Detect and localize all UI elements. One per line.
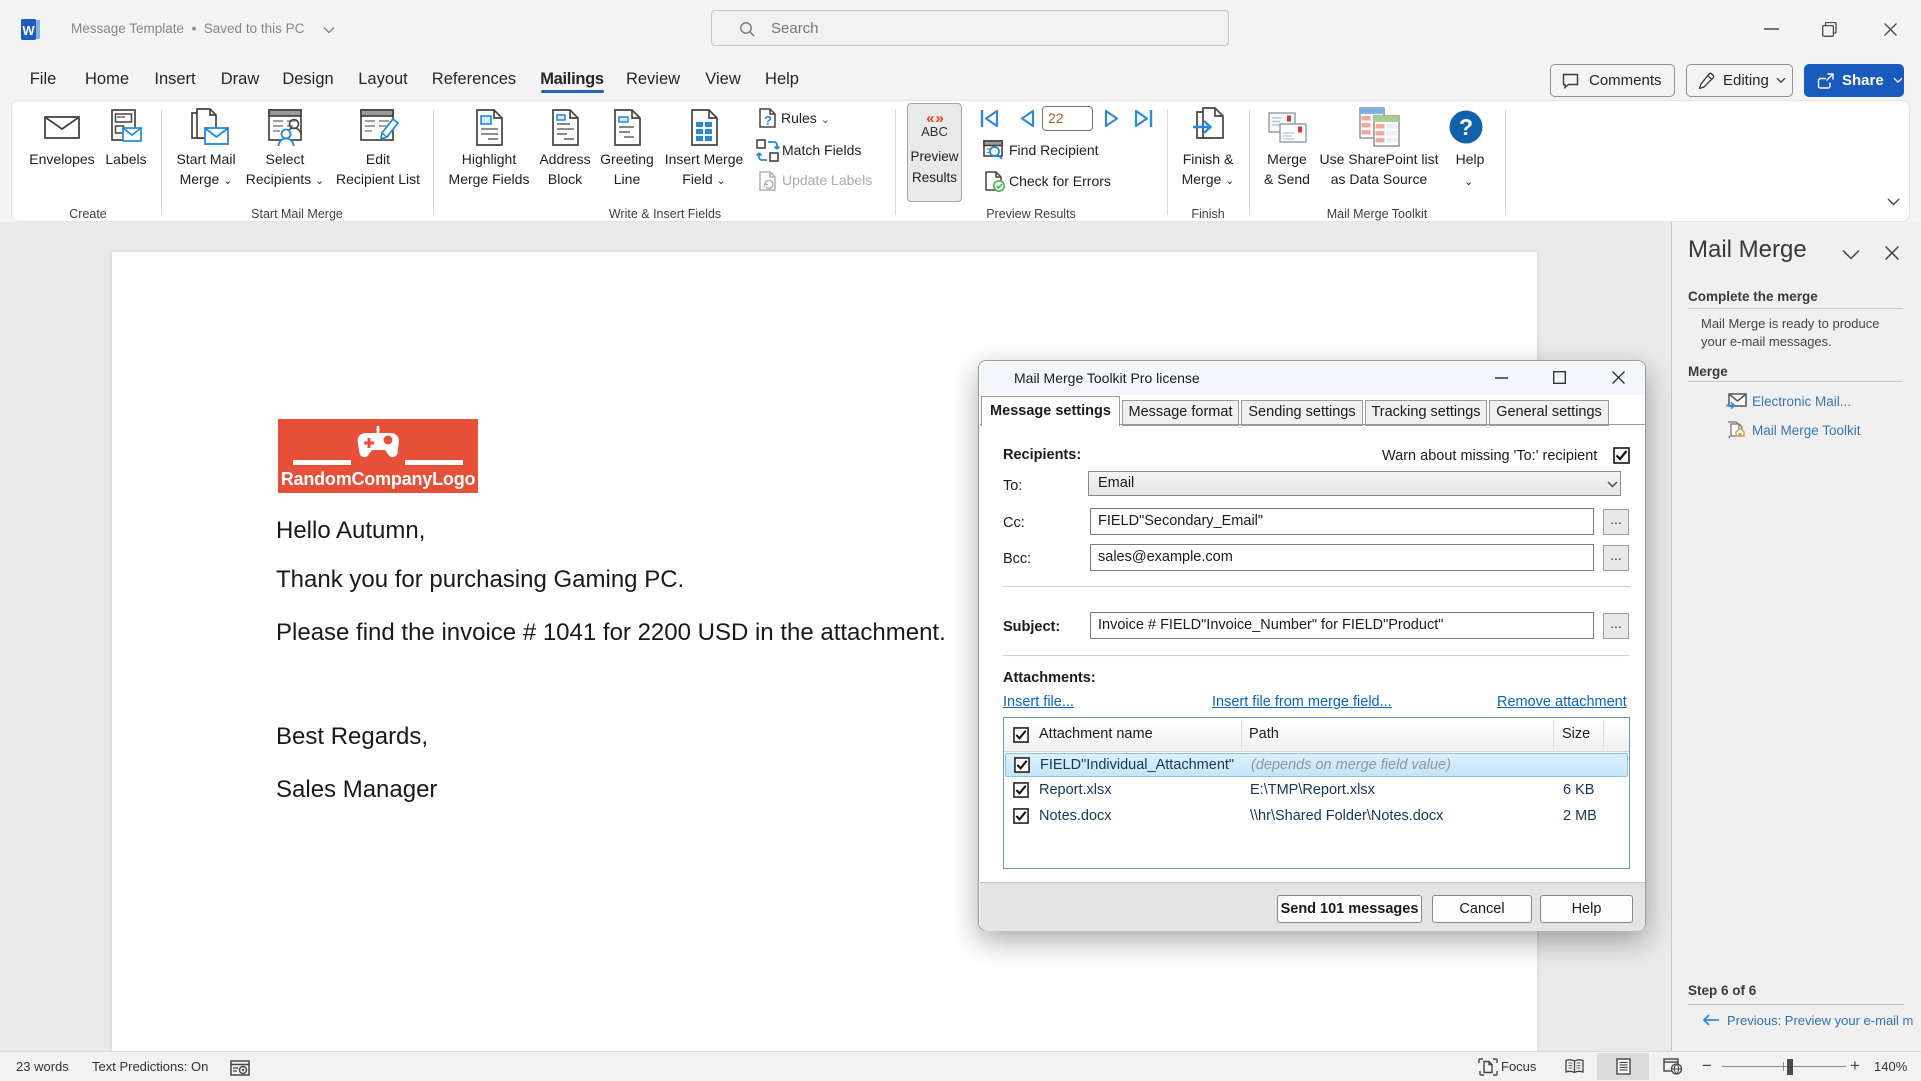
- svg-text:?: ?: [764, 113, 772, 128]
- svg-text:W: W: [22, 23, 35, 38]
- svg-text:?: ?: [1459, 114, 1473, 140]
